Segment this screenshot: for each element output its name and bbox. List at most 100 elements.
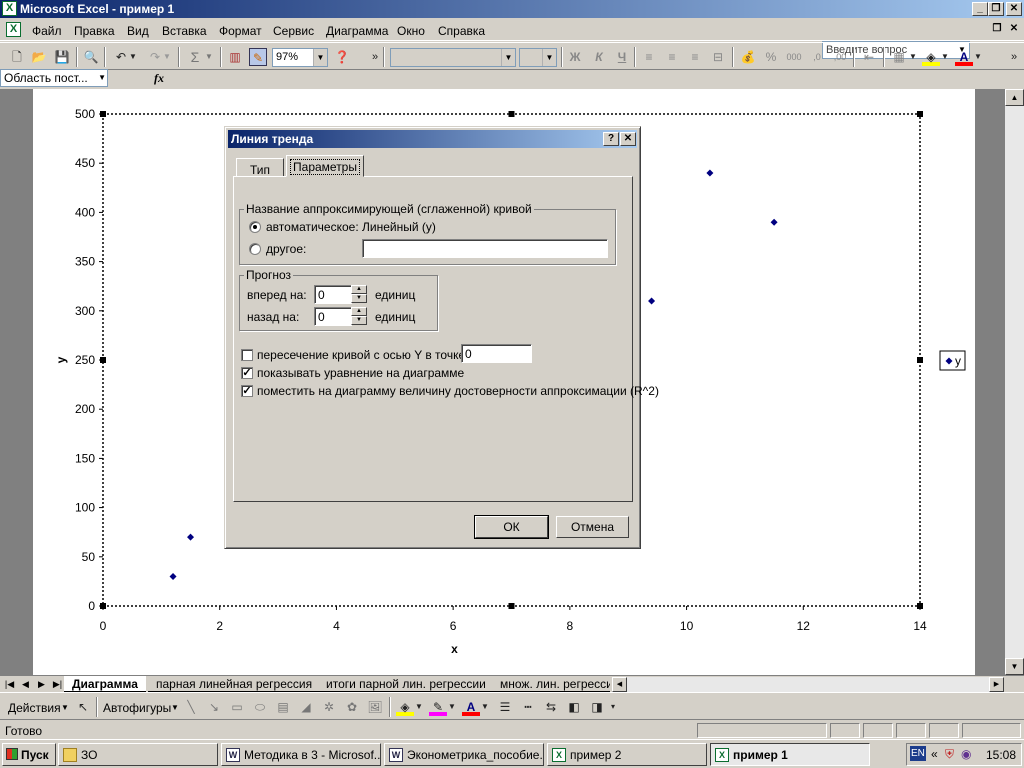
minimize-button[interactable]: _ xyxy=(972,2,988,16)
chevron-down-icon[interactable]: ▼ xyxy=(61,703,69,712)
arrow-icon[interactable]: ↘ xyxy=(205,698,223,716)
tab-type[interactable]: Тип xyxy=(236,158,284,177)
restore-button[interactable]: ❐ xyxy=(988,2,1004,16)
fill-color-icon[interactable]: ◈ xyxy=(922,48,940,66)
menu-view[interactable]: Вид xyxy=(127,24,149,38)
last-sheet-icon[interactable]: ▶| xyxy=(50,677,65,691)
doc-close-button[interactable]: ✕ xyxy=(1006,23,1022,37)
close-icon[interactable]: ✕ xyxy=(620,132,636,146)
doc-restore-button[interactable]: ❐ xyxy=(989,23,1005,37)
chevron-down-icon[interactable]: ▼ xyxy=(501,49,515,66)
spin-down-icon[interactable]: ▼ xyxy=(351,316,367,325)
tray-expand-icon[interactable]: « xyxy=(931,747,938,761)
menu-insert[interactable]: Вставка xyxy=(162,24,207,38)
auto-name-radio[interactable] xyxy=(249,221,261,233)
new-icon[interactable]: 🗋 xyxy=(8,48,26,66)
selection-handle[interactable] xyxy=(917,111,923,117)
selection-handle[interactable] xyxy=(917,357,923,363)
print-preview-icon[interactable]: 🔍 xyxy=(82,48,100,66)
chevron-down-icon[interactable]: ▼ xyxy=(940,48,950,66)
autosum-icon[interactable]: Σ xyxy=(186,48,204,66)
toolbar-more-icon[interactable]: » xyxy=(366,48,384,66)
scroll-down-icon[interactable]: ▼ xyxy=(1005,658,1024,675)
show-r2-checkbox[interactable]: ✓ xyxy=(241,385,253,397)
chevron-down-icon[interactable]: ▼ xyxy=(973,48,983,66)
chevron-down-icon[interactable]: ▼ xyxy=(128,48,138,66)
forward-spinner[interactable]: ▲ ▼ xyxy=(351,285,367,304)
fill-color-icon[interactable]: ◈ xyxy=(396,698,414,716)
chevron-down-icon[interactable]: ▼ xyxy=(162,48,172,66)
oval-icon[interactable]: ⬭ xyxy=(251,698,269,716)
italic-icon[interactable]: К xyxy=(590,48,608,66)
bold-icon[interactable]: Ж xyxy=(566,48,584,66)
vertical-scrollbar[interactable]: ▲ ▼ xyxy=(1005,89,1024,675)
chevron-down-icon[interactable]: ▼ xyxy=(542,49,556,66)
excel-app-icon[interactable]: X xyxy=(2,1,17,16)
tray-app-icon[interactable]: ◉ xyxy=(961,747,971,761)
textbox-icon[interactable]: ▤ xyxy=(274,698,292,716)
dash-style-icon[interactable]: ┅ xyxy=(519,698,537,716)
help-icon[interactable]: ❓ xyxy=(333,48,351,66)
increase-decimal-icon[interactable]: ,0 xyxy=(808,48,826,66)
tab-pair-regression-results[interactable]: итоги парной лин. регрессии xyxy=(318,676,494,692)
font-color-icon[interactable]: A xyxy=(462,698,480,716)
horizontal-scrollbar[interactable]: ◀ ▶ xyxy=(612,677,1004,692)
toolbar-more-icon[interactable]: » xyxy=(1005,48,1023,66)
toolbar-more-icon[interactable]: ▾ xyxy=(608,698,618,716)
taskbar-item-example-1[interactable]: Xпример 1 xyxy=(710,743,870,766)
selection-handle[interactable] xyxy=(508,111,515,117)
close-button[interactable]: ✕ xyxy=(1006,2,1022,16)
chart-wizard-icon[interactable]: ▥ xyxy=(226,48,244,66)
wordart-icon[interactable]: ◢ xyxy=(297,698,315,716)
chevron-down-icon[interactable]: ▼ xyxy=(313,49,327,66)
spin-down-icon[interactable]: ▼ xyxy=(351,294,367,303)
currency-icon[interactable]: 💰 xyxy=(739,48,757,66)
actions-menu[interactable]: Действия xyxy=(8,701,61,715)
cancel-button[interactable]: Отмена xyxy=(556,516,629,538)
selection-handle[interactable] xyxy=(508,603,515,609)
chevron-down-icon[interactable]: ▼ xyxy=(414,698,424,716)
language-indicator[interactable]: EN xyxy=(910,746,926,761)
forward-input[interactable]: 0 xyxy=(314,285,352,304)
menu-edit[interactable]: Правка xyxy=(74,24,115,38)
line-color-icon[interactable]: ✎ xyxy=(429,698,447,716)
function-icon[interactable]: fx xyxy=(154,71,164,86)
merge-center-icon[interactable]: ⊟ xyxy=(709,48,727,66)
first-sheet-icon[interactable]: |◀ xyxy=(2,677,17,691)
align-right-icon[interactable]: ≡ xyxy=(686,48,704,66)
underline-icon[interactable]: Ч xyxy=(613,48,631,66)
taskbar-item-example-2[interactable]: Xпример 2 xyxy=(547,743,707,766)
save-icon[interactable]: 💾 xyxy=(53,48,71,66)
antivirus-icon[interactable]: ⛨ xyxy=(945,747,954,762)
taskbar-item-word-methodology[interactable]: W Методика в 3 - Microsof... xyxy=(221,743,381,766)
ok-button[interactable]: ОК xyxy=(474,515,549,539)
menu-file[interactable]: Файл xyxy=(32,24,62,38)
clipart-icon[interactable]: ✿ xyxy=(343,698,361,716)
zoom-select[interactable]: 97% ▼ xyxy=(272,48,328,67)
chevron-down-icon[interactable]: ▼ xyxy=(171,703,179,712)
tab-multiple-regression[interactable]: множ. лин. регресси xyxy=(492,676,610,692)
shadow-icon[interactable]: ◧ xyxy=(565,698,583,716)
arrow-style-icon[interactable]: ⇆ xyxy=(542,698,560,716)
menu-window[interactable]: Окно xyxy=(397,24,425,38)
custom-name-radio[interactable] xyxy=(249,243,261,255)
align-left-icon[interactable]: ≡ xyxy=(640,48,658,66)
chevron-down-icon[interactable]: ▼ xyxy=(98,71,106,85)
3d-style-icon[interactable]: ◨ xyxy=(588,698,606,716)
prev-sheet-icon[interactable]: ◀ xyxy=(18,677,33,691)
tab-pair-regression[interactable]: парная линейная регрессия xyxy=(148,676,321,692)
backward-spinner[interactable]: ▲ ▼ xyxy=(351,307,367,326)
menu-chart[interactable]: Диаграмма xyxy=(326,24,388,38)
intercept-checkbox[interactable] xyxy=(241,349,253,361)
select-pointer-icon[interactable]: ↖ xyxy=(74,698,92,716)
borders-icon[interactable]: ▦ xyxy=(890,48,908,66)
spin-up-icon[interactable]: ▲ xyxy=(351,307,367,316)
tab-chart[interactable]: Диаграмма xyxy=(64,676,146,692)
line-icon[interactable]: ╲ xyxy=(182,698,200,716)
rectangle-icon[interactable]: ▭ xyxy=(228,698,246,716)
legend[interactable] xyxy=(939,350,966,371)
line-style-icon[interactable]: ☰ xyxy=(496,698,514,716)
chevron-down-icon[interactable]: ▼ xyxy=(480,698,490,716)
chevron-down-icon[interactable]: ▼ xyxy=(908,48,918,66)
decrease-decimal-icon[interactable]: ,00 xyxy=(831,48,849,66)
